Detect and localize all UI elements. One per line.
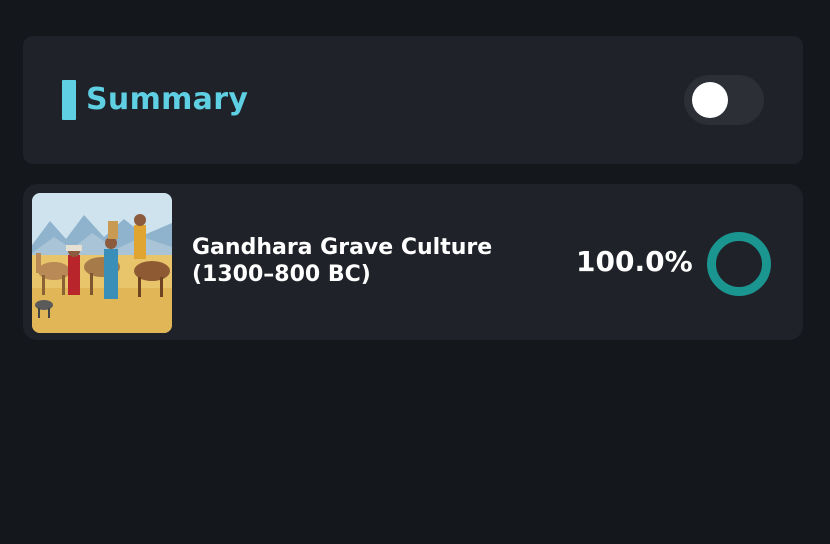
summary-accent-bar — [62, 80, 76, 120]
toggle-knob — [692, 82, 728, 118]
item-percent: 100.0% — [576, 245, 693, 278]
progress-ring — [707, 232, 771, 296]
caravan-illustration-icon — [32, 193, 172, 333]
list-item[interactable]: Gandhara Grave Culture (1300–800 BC) 100… — [23, 184, 803, 340]
item-title: Gandhara Grave Culture (1300–800 BC) — [192, 235, 493, 287]
summary-card: Summary — [23, 36, 803, 164]
progress-ring-arc — [707, 232, 771, 296]
summary-toggle[interactable] — [684, 75, 764, 125]
summary-title: Summary — [86, 82, 249, 117]
item-thumbnail-image — [32, 193, 172, 333]
